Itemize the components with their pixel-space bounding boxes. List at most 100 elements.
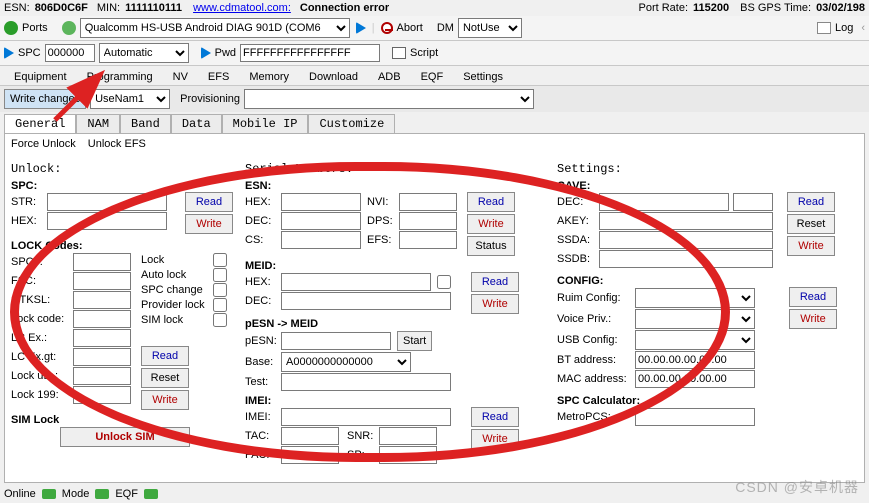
- abort-button[interactable]: Abort: [397, 22, 423, 34]
- pwd-input[interactable]: [240, 44, 380, 62]
- hex-input[interactable]: [47, 212, 167, 230]
- menu-efs[interactable]: EFS: [198, 69, 239, 85]
- esn-dec-input[interactable]: [281, 212, 361, 230]
- tab-customize[interactable]: Customize: [308, 114, 395, 133]
- nvi-input[interactable]: [399, 193, 457, 211]
- ssdb-input[interactable]: [599, 250, 773, 268]
- site-link[interactable]: www.cdmatool.com:: [193, 2, 291, 14]
- lcexgt-input[interactable]: [73, 348, 131, 366]
- script-button[interactable]: Script: [410, 47, 438, 59]
- menu-download[interactable]: Download: [299, 69, 368, 85]
- connect-play-icon[interactable]: [356, 22, 366, 34]
- unlock-efs-link[interactable]: Unlock EFS: [88, 138, 146, 150]
- tab-nam[interactable]: NAM: [76, 114, 120, 133]
- spcchange-checkbox[interactable]: [213, 283, 227, 297]
- lockcode-input[interactable]: [73, 310, 131, 328]
- cave-read-button[interactable]: Read: [787, 192, 835, 212]
- lockcodes-reset-button[interactable]: Reset: [141, 368, 189, 388]
- meid-dec-input[interactable]: [281, 292, 451, 310]
- menu-adb[interactable]: ADB: [368, 69, 411, 85]
- mode-icon: [95, 489, 109, 499]
- config-read-button[interactable]: Read: [789, 287, 837, 307]
- menu-settings[interactable]: Settings: [453, 69, 513, 85]
- mac-input[interactable]: [635, 370, 755, 388]
- spc-mode-select[interactable]: Automatic: [99, 43, 189, 63]
- menu-equipment[interactable]: Equipment: [4, 69, 77, 85]
- esn-status-button[interactable]: Status: [467, 236, 515, 256]
- providerlock-checkbox[interactable]: [213, 298, 227, 312]
- lockusr-input[interactable]: [73, 367, 131, 385]
- cave-dec-input[interactable]: [599, 193, 729, 211]
- lock-checkbox[interactable]: [213, 253, 227, 267]
- efs-input[interactable]: [399, 231, 457, 249]
- test-input[interactable]: [281, 373, 451, 391]
- tac-label: TAC:: [245, 430, 279, 442]
- menu-programming[interactable]: Programming: [77, 69, 163, 85]
- tab-general[interactable]: General: [4, 114, 76, 133]
- cave-dec-input2[interactable]: [733, 193, 773, 211]
- imei-read-button[interactable]: Read: [471, 407, 519, 427]
- tac-input[interactable]: [281, 427, 339, 445]
- force-unlock-link[interactable]: Force Unlock: [11, 138, 76, 150]
- port-select[interactable]: Qualcomm HS-USB Android DIAG 901D (COM6: [80, 18, 350, 38]
- meid-write-button[interactable]: Write: [471, 294, 519, 314]
- conn-status: Connection error: [300, 2, 389, 14]
- autolock-checkbox[interactable]: [213, 268, 227, 282]
- provider-chk-label: Provider lock: [141, 299, 211, 311]
- meid-read-button[interactable]: Read: [471, 272, 519, 292]
- akey-input[interactable]: [599, 212, 773, 230]
- ssda-input[interactable]: [599, 231, 773, 249]
- tab-mobileip[interactable]: Mobile IP: [222, 114, 309, 133]
- spc-play-icon[interactable]: [4, 47, 14, 59]
- imei-write-button[interactable]: Write: [471, 429, 519, 449]
- snr-input[interactable]: [379, 427, 437, 445]
- meid-hex-checkbox[interactable]: [437, 275, 451, 289]
- log-button[interactable]: Log: [835, 22, 853, 34]
- write-changes-button[interactable]: Write changes: [4, 89, 86, 109]
- ports-label[interactable]: Ports: [22, 22, 48, 34]
- provisioning-select[interactable]: [244, 89, 534, 109]
- meid-hex-input[interactable]: [281, 273, 431, 291]
- esn-read-button[interactable]: Read: [467, 192, 515, 212]
- usenam-select[interactable]: UseNam1: [90, 89, 170, 109]
- lockcodes-read-button[interactable]: Read: [141, 346, 189, 366]
- menu-memory[interactable]: Memory: [239, 69, 299, 85]
- unlock-sim-button[interactable]: Unlock SIM: [60, 427, 190, 447]
- spc-write-button[interactable]: Write: [185, 214, 233, 234]
- metro-input[interactable]: [635, 408, 755, 426]
- base-select[interactable]: A0000000000000: [281, 352, 411, 372]
- menu-eqf[interactable]: EQF: [411, 69, 454, 85]
- lock199-input[interactable]: [73, 386, 131, 404]
- ruim-select[interactable]: [635, 288, 755, 308]
- voice-select[interactable]: [635, 309, 755, 329]
- spc3-input[interactable]: [73, 253, 131, 271]
- config-write-button[interactable]: Write: [789, 309, 837, 329]
- pesn-input[interactable]: [281, 332, 391, 350]
- str-input[interactable]: [47, 193, 167, 211]
- pwd-play-icon[interactable]: [201, 47, 211, 59]
- esn-hex-input[interactable]: [281, 193, 361, 211]
- esn-write-button[interactable]: Write: [467, 214, 515, 234]
- spc-read-button[interactable]: Read: [185, 192, 233, 212]
- esn-label: ESN:: [4, 2, 30, 14]
- spc-input[interactable]: [45, 44, 95, 62]
- menu-nv[interactable]: NV: [163, 69, 198, 85]
- pesn-start-button[interactable]: Start: [397, 331, 432, 351]
- usb-select[interactable]: [635, 330, 755, 350]
- otksl-input[interactable]: [73, 291, 131, 309]
- imei-input[interactable]: [281, 408, 451, 426]
- lcex-input[interactable]: [73, 329, 131, 347]
- fsc-input[interactable]: [73, 272, 131, 290]
- lockcodes-write-button[interactable]: Write: [141, 390, 189, 410]
- fac-input[interactable]: [281, 446, 339, 464]
- sp-input[interactable]: [379, 446, 437, 464]
- dps-input[interactable]: [399, 212, 457, 230]
- simlock-checkbox[interactable]: [213, 313, 227, 327]
- tab-data[interactable]: Data: [171, 114, 222, 133]
- cave-write-button[interactable]: Write: [787, 236, 835, 256]
- dm-select[interactable]: NotUse: [458, 18, 522, 38]
- cave-reset-button[interactable]: Reset: [787, 214, 835, 234]
- bt-input[interactable]: [635, 351, 755, 369]
- tab-band[interactable]: Band: [120, 114, 171, 133]
- cs-input[interactable]: [281, 231, 361, 249]
